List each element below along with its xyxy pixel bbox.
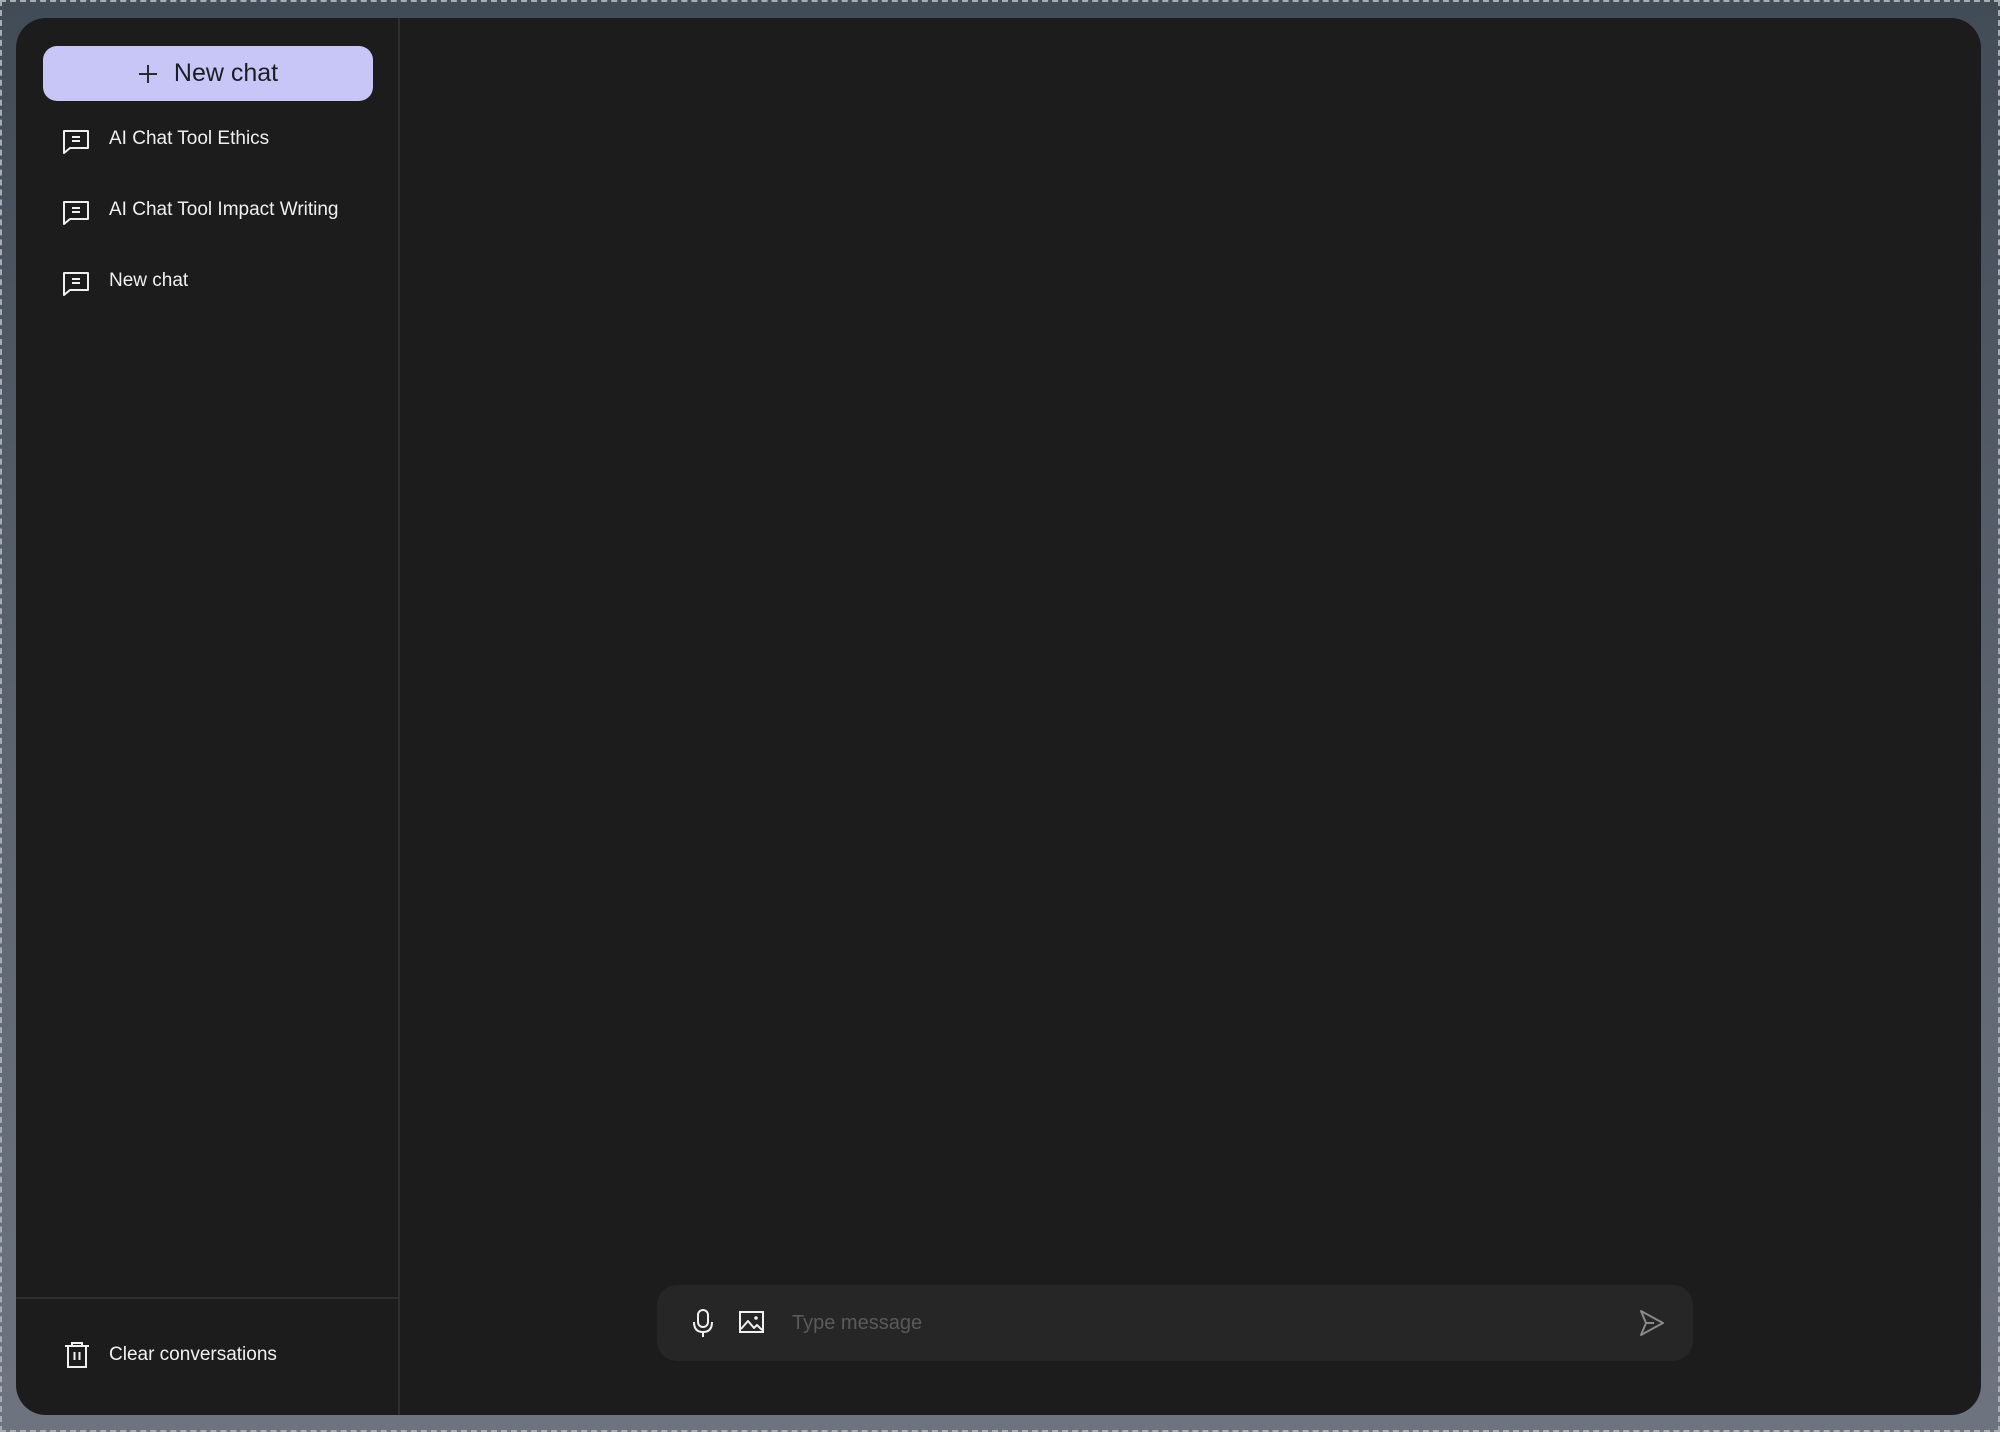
sidebar: New chat AI Chat Tool Ethics AI Chat Too… <box>16 18 400 1415</box>
clear-conversations-button[interactable]: Clear conversations <box>64 1341 277 1369</box>
chat-bubble-icon <box>63 130 89 154</box>
conversation-item[interactable]: AI Chat Tool Ethics <box>16 128 398 200</box>
conversation-item[interactable]: AI Chat Tool Impact Writing <box>16 199 398 271</box>
conversation-title: AI Chat Tool Ethics <box>109 128 270 149</box>
image-icon[interactable] <box>739 1311 764 1333</box>
clear-conversations-label: Clear conversations <box>109 1344 277 1365</box>
microphone-icon[interactable] <box>692 1308 714 1338</box>
chat-bubble-icon <box>63 201 89 225</box>
plus-icon <box>138 64 157 83</box>
new-chat-label: New chat <box>173 59 279 87</box>
chat-bubble-icon <box>63 272 89 296</box>
chat-main-area <box>400 18 1981 1415</box>
conversation-item[interactable]: New chat <box>16 270 398 342</box>
message-input[interactable] <box>792 1303 1592 1343</box>
message-composer <box>657 1285 1693 1361</box>
conversation-title: New chat <box>109 270 189 291</box>
send-icon[interactable] <box>1639 1309 1665 1337</box>
sidebar-footer: Clear conversations <box>16 1297 398 1415</box>
trash-icon <box>65 1342 89 1368</box>
conversation-title: AI Chat Tool Impact Writing <box>109 199 339 220</box>
conversation-list: AI Chat Tool Ethics AI Chat Tool Impact … <box>16 128 398 342</box>
new-chat-button[interactable]: New chat <box>43 46 373 101</box>
app-window: New chat AI Chat Tool Ethics AI Chat Too… <box>16 18 1981 1415</box>
